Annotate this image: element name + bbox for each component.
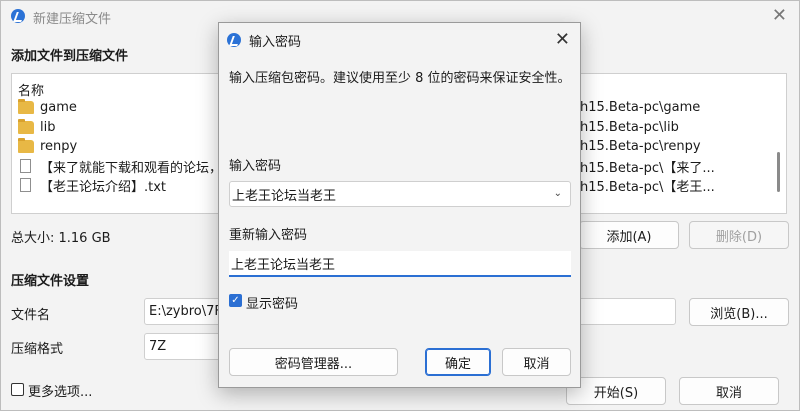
reenter-password-input[interactable]: 上老王论坛当老王 (229, 251, 571, 277)
list-item[interactable]: lib (18, 117, 55, 137)
close-icon[interactable]: ✕ (555, 29, 570, 50)
folder-icon (18, 137, 34, 153)
close-icon[interactable]: ✕ (772, 5, 787, 26)
more-options-checkbox[interactable] (11, 383, 24, 396)
password-label: 输入密码 (229, 159, 282, 174)
delete-button[interactable]: 删除(D) (689, 221, 789, 249)
password-dialog: 输入密码 ✕ 输入压缩包密码。建议使用至少 8 位的密码来保证安全性。 输入密码… (218, 22, 581, 388)
folder-icon (18, 118, 34, 134)
list-item-path: h15.Beta-pc\【老王... (580, 179, 715, 195)
list-item-path: h15.Beta-pc\lib (580, 119, 679, 135)
list-item[interactable]: 【老王论坛介绍】.txt (18, 175, 166, 195)
browse-button[interactable]: 浏览(B)... (689, 298, 789, 326)
ok-button[interactable]: 确定 (425, 348, 491, 376)
list-item[interactable]: game (18, 97, 77, 117)
list-item-name: 【老王论坛介绍】.txt (40, 179, 167, 195)
dialog-title: 输入密码 (249, 35, 302, 50)
file-icon (20, 178, 31, 192)
show-password-label: 显示密码 (246, 297, 299, 312)
reenter-password-label: 重新输入密码 (229, 228, 308, 243)
list-item-name: lib (40, 119, 56, 135)
app-logo-icon (11, 9, 25, 23)
list-item-path: h15.Beta-pc\renpy (580, 138, 701, 154)
dialog-description: 输入压缩包密码。建议使用至少 8 位的密码来保证安全性。 (229, 71, 571, 86)
list-item-name: 【来了就能下载和观看的论坛，纯 (40, 160, 236, 176)
list-item-name: game (40, 99, 77, 115)
list-item-name: renpy (40, 138, 78, 154)
password-value: 上老王论坛当老王 (232, 188, 337, 204)
list-item-path: h15.Beta-pc\game (580, 99, 701, 115)
add-button[interactable]: 添加(A) (579, 221, 679, 249)
format-label: 压缩格式 (11, 342, 64, 357)
password-manager-button[interactable]: 密码管理器... (229, 348, 398, 376)
folder-icon (18, 98, 34, 114)
more-options-label: 更多选项... (28, 385, 93, 400)
chevron-down-icon[interactable]: ⌄ (554, 188, 562, 199)
settings-heading: 压缩文件设置 (11, 274, 90, 289)
filename-label: 文件名 (11, 308, 51, 323)
app-logo-icon (227, 33, 241, 47)
total-size: 总大小: 1.16 GB (11, 231, 111, 246)
scrollbar[interactable] (777, 152, 780, 192)
add-files-heading: 添加文件到压缩文件 (11, 49, 129, 64)
password-combo[interactable]: 上老王论坛当老王 ⌄ (229, 181, 571, 207)
checkmark-icon: ✓ (231, 295, 240, 306)
list-item[interactable]: renpy (18, 136, 77, 156)
dialog-cancel-button[interactable]: 取消 (502, 348, 571, 376)
window-title: 新建压缩文件 (33, 12, 112, 27)
start-button[interactable]: 开始(S) (566, 377, 666, 405)
list-item[interactable]: 【来了就能下载和观看的论坛，纯 (18, 156, 235, 176)
cancel-button[interactable]: 取消 (679, 377, 779, 405)
reenter-password-value: 上老王论坛当老王 (231, 257, 336, 273)
list-item-path: h15.Beta-pc\【来了... (580, 160, 715, 176)
file-icon (20, 159, 31, 173)
show-password-checkbox[interactable]: ✓ (229, 294, 242, 307)
